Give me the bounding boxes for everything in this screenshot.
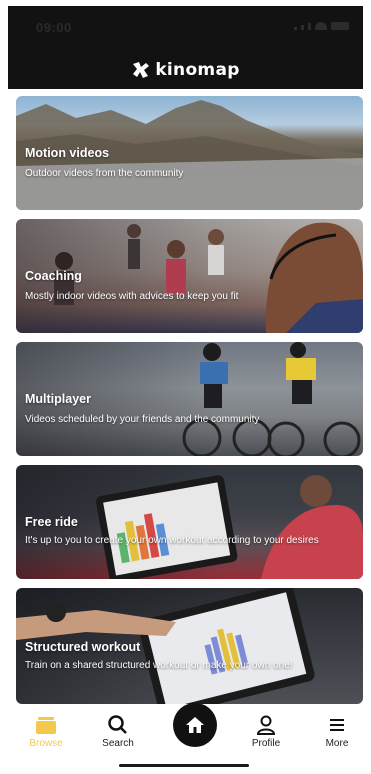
- brand: kinomap: [8, 60, 363, 80]
- bottom-navigation: Browse Search Profile More: [8, 703, 363, 771]
- card-coaching[interactable]: Coaching Mostly indoor videos with advic…: [16, 219, 363, 333]
- brand-name: kinomap: [155, 60, 240, 80]
- nav-profile[interactable]: Profile: [238, 715, 294, 761]
- card-title: Multiplayer: [25, 392, 91, 406]
- status-time: 09:00: [36, 20, 72, 35]
- nav-browse[interactable]: Browse: [18, 715, 74, 761]
- card-structured-workout[interactable]: Structured workout Train on a shared str…: [16, 588, 363, 704]
- signal-bar: [308, 23, 311, 30]
- menu-icon: [330, 719, 344, 731]
- card-title: Motion videos: [25, 146, 110, 160]
- nav-more[interactable]: More: [316, 715, 358, 761]
- card-subtitle: Mostly indoor videos with advices to kee…: [25, 291, 239, 302]
- card-title: Structured workout: [25, 640, 141, 654]
- nav-search[interactable]: Search: [90, 715, 146, 761]
- nav-label: Browse: [29, 738, 63, 749]
- card-subtitle: Train on a shared structured workout or …: [25, 660, 293, 671]
- battery-icon: [331, 22, 349, 30]
- card-multiplayer[interactable]: Multiplayer Videos scheduled by your fri…: [16, 342, 363, 456]
- top-app-bar: 09:00 kinomap: [8, 6, 363, 89]
- home-button[interactable]: [173, 703, 217, 747]
- signal-icon: [294, 27, 297, 30]
- card-motion-videos[interactable]: Motion videos Outdoor videos from the co…: [16, 96, 363, 210]
- kinomap-logo-icon: [133, 62, 150, 78]
- app-screen: 09:00 kinomap Motion videos Outdoor vide…: [8, 6, 363, 771]
- home-indicator: [119, 764, 249, 767]
- card-title: Coaching: [25, 269, 82, 283]
- home-icon: [186, 717, 204, 733]
- nav-label: More: [325, 738, 349, 749]
- wifi-icon: [315, 22, 327, 30]
- browse-icon: [36, 717, 56, 734]
- card-subtitle: Videos scheduled by your friends and the…: [25, 414, 260, 425]
- profile-icon: [256, 715, 276, 735]
- card-subtitle: Outdoor videos from the community: [25, 168, 184, 179]
- card-subtitle: It's up to you to create your own workou…: [25, 535, 319, 546]
- search-icon: [108, 715, 127, 734]
- status-icons: [294, 22, 349, 30]
- signal-bar: [301, 25, 304, 30]
- nav-label: Profile: [251, 738, 281, 749]
- nav-label: Search: [102, 738, 134, 749]
- card-free-ride[interactable]: Free ride It's up to you to create your …: [16, 465, 363, 579]
- card-title: Free ride: [25, 515, 78, 529]
